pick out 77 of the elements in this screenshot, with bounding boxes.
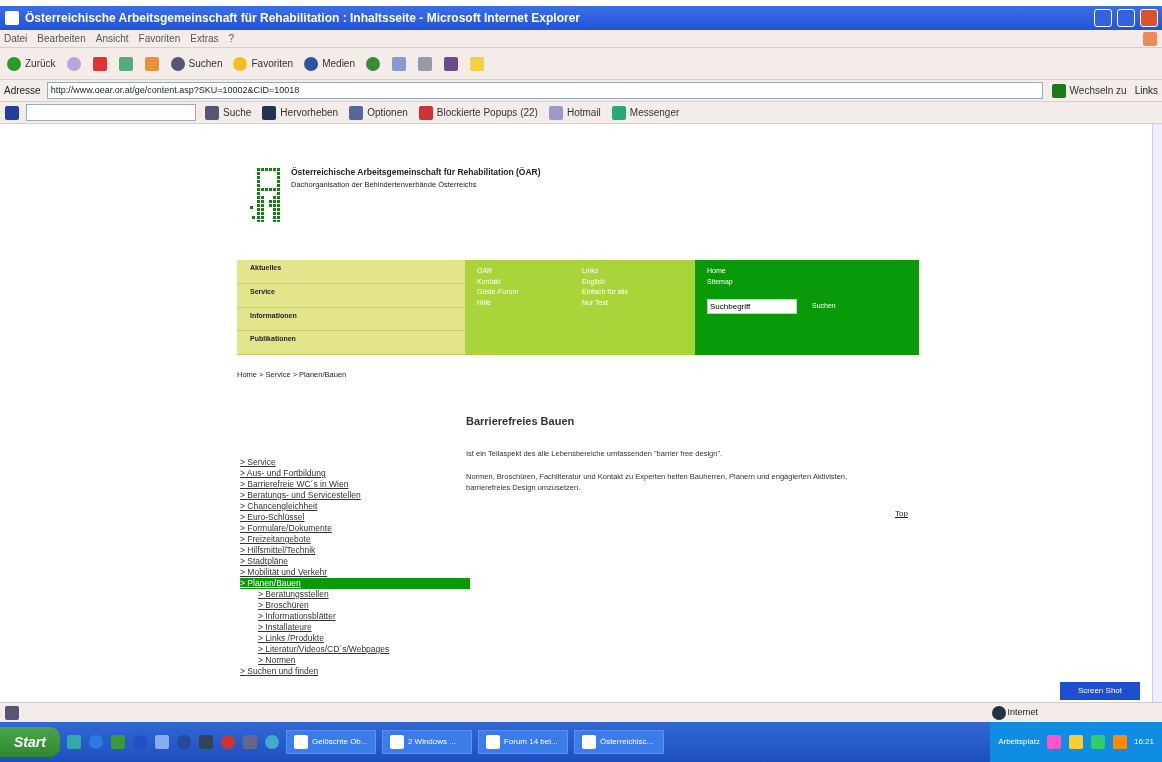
page-heading: Barrierefreies Bauen <box>466 414 576 429</box>
address-label: Adresse <box>4 84 41 98</box>
clock: 16:21 <box>1133 736 1154 748</box>
taskbar-button[interactable]: Österreichisc... <box>573 730 664 754</box>
tray-icon[interactable] <box>1045 734 1062 750</box>
menu-link[interactable]: > Formulare/Dokumente <box>240 523 466 534</box>
window-icon <box>292 734 309 750</box>
status-zone: Internet <box>1007 705 1038 719</box>
menu-link[interactable]: > Barrierefreie WC´s in Wien <box>240 479 466 490</box>
menu-link[interactable]: > Links /Produkte <box>240 633 466 644</box>
menu-link[interactable]: > Chancengleichheit <box>240 501 466 512</box>
menu-item[interactable]: Datei <box>4 31 28 46</box>
minimize-button[interactable] <box>1094 9 1112 27</box>
menu-link[interactable]: > Beratungsstellen <box>240 589 466 600</box>
menu-link[interactable]: > Hilfsmittel/Technik <box>240 545 466 556</box>
menu-link[interactable]: > Aus- und Fortbildung <box>240 468 466 479</box>
quick-launch-icon[interactable] <box>109 734 126 750</box>
menu-link[interactable]: > Mobilität und Verkehr <box>240 567 466 578</box>
quick-launch-icon[interactable] <box>175 734 192 750</box>
top-link[interactable]: Top <box>895 509 908 519</box>
back-button[interactable]: Zurück <box>4 55 58 72</box>
window-icon <box>580 734 597 750</box>
maximize-button[interactable] <box>1117 9 1135 27</box>
menu-link[interactable]: > Planen/Bauen <box>240 578 470 589</box>
close-button[interactable] <box>1140 9 1158 27</box>
menu-link[interactable]: > Freizeitangebote <box>240 534 466 545</box>
quick-launch-icon[interactable] <box>65 734 82 750</box>
menu-item[interactable]: Extras <box>190 31 219 46</box>
screen-shot-button[interactable]: Screen Shot <box>1059 682 1140 700</box>
taskbar-button[interactable]: Forum 14 bei... <box>477 730 568 754</box>
menu-link[interactable]: > Service <box>240 457 466 468</box>
quick-launch-icon[interactable] <box>87 734 104 750</box>
menu-link[interactable]: > Installateure <box>240 622 466 633</box>
search-button[interactable]: Suchen <box>167 55 225 72</box>
org-title: Österreichische Arbeitsgemeinschaft für Rehabilitation (ÖAR) <box>291 166 541 179</box>
tray-icon[interactable] <box>1089 734 1106 750</box>
popup-blocker-button[interactable]: Blockierte Popups (22) <box>415 104 540 121</box>
quick-launch-icon[interactable] <box>197 734 214 750</box>
taskbar-button[interactable]: Gelöschte Ob... <box>285 730 376 754</box>
links-label[interactable]: Links <box>1134 83 1158 98</box>
menu-link[interactable]: > Beratungs- und Servicestellen <box>240 490 466 501</box>
address-field[interactable]: http://www.oear.or.at/ge/content.asp?SKU=10002&CID=10018 <box>46 82 1043 99</box>
quick-launch-icon[interactable] <box>263 734 280 750</box>
scrollbar[interactable] <box>1152 124 1162 702</box>
logo-icon <box>249 166 281 222</box>
taskbar-button[interactable]: 2 Windows ... <box>381 730 472 754</box>
msn-search-button[interactable]: Suche <box>202 104 254 121</box>
window-icon <box>388 734 405 750</box>
menu-item[interactable]: Bearbeiten <box>37 31 86 46</box>
highlight-button[interactable]: Hervorheben <box>259 104 341 121</box>
search-field[interactable]: Suchbegriff <box>707 299 797 314</box>
menu-link[interactable]: > Stadtpläne <box>240 556 466 567</box>
options-button[interactable]: Optionen <box>346 104 410 121</box>
msn-search-field[interactable] <box>26 104 196 121</box>
menu-item[interactable]: ? <box>228 31 235 46</box>
menu-link[interactable]: > Literatur/Videos/CD´s/Webpages <box>240 644 466 655</box>
menu-link[interactable]: > Broschüren <box>240 600 466 611</box>
menu-link[interactable]: > Normen <box>240 655 466 666</box>
menu-item[interactable]: Favoriten <box>138 31 181 46</box>
tray-icon[interactable] <box>1111 734 1128 750</box>
quick-launch-icon[interactable] <box>219 734 236 750</box>
menu-link[interactable]: > Euro-Schlüssel <box>240 512 466 523</box>
window-title: Österreichische Arbeitsgemeinschaft für Rehabilitation : Inhaltsseite - Microsoft Internet Explorer <box>25 10 581 27</box>
go-button[interactable]: Wechseln zu <box>1048 82 1129 99</box>
quick-launch-icon[interactable] <box>153 734 170 750</box>
tray-icon[interactable] <box>1067 734 1084 750</box>
desktop-label[interactable]: Arbeitsplatz <box>998 736 1040 748</box>
menu-link[interactable]: > Suchen und finden <box>240 666 466 677</box>
start-button[interactable]: Start <box>0 727 60 757</box>
window-icon <box>484 734 501 750</box>
messenger-button[interactable]: Messenger <box>608 104 682 121</box>
hotmail-button[interactable]: Hotmail <box>545 104 603 121</box>
quick-launch-icon[interactable] <box>241 734 258 750</box>
media-button[interactable]: Medien <box>301 55 357 72</box>
favorites-button[interactable]: Favoriten <box>230 55 296 72</box>
menu-item[interactable]: Ansicht <box>95 31 129 46</box>
menu-link[interactable]: > Informationsblätter <box>240 611 466 622</box>
